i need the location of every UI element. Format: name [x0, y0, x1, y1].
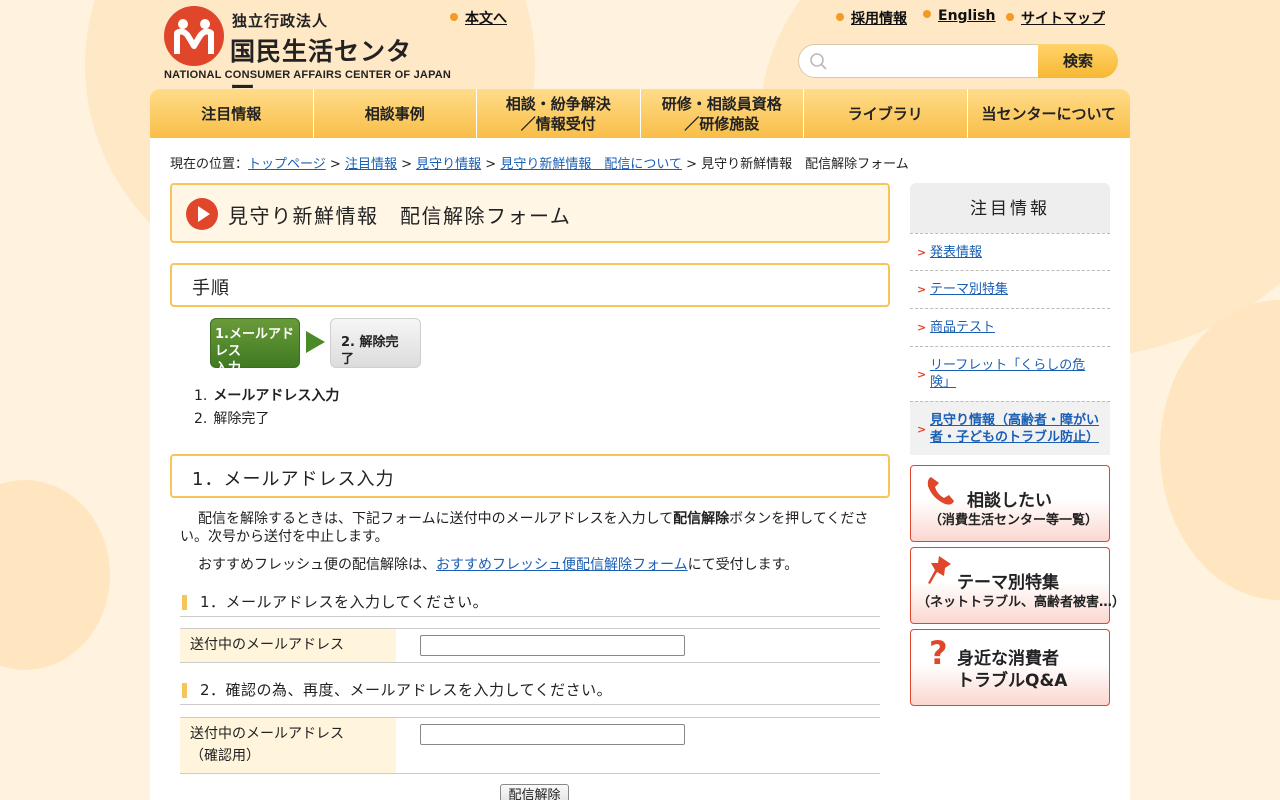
- fresh-delivery-note: おすすめフレッシュ便の配信解除は、おすすめフレッシュ便配信解除フォームにて受付し…: [198, 557, 799, 573]
- question-icon: ?: [929, 634, 948, 672]
- section1-heading-box: 1．メールアドレス入力: [170, 454, 890, 498]
- email-confirm-field[interactable]: [420, 724, 685, 745]
- breadcrumb-separator: >: [396, 157, 417, 172]
- breadcrumb-prefix: 現在の位置：: [170, 157, 249, 172]
- pushpin-icon: [928, 556, 951, 584]
- breadcrumb-featured[interactable]: 注目情報: [345, 157, 397, 172]
- breadcrumb-watch[interactable]: 見守り情報: [416, 157, 481, 172]
- email-label: 送付中のメールアドレス: [180, 629, 396, 662]
- nav-consultation[interactable]: 相談・紛争解決 ／情報受付: [477, 89, 641, 138]
- play-icon: [186, 198, 218, 230]
- email-confirm-label: 送付中のメールアドレス （確認用）: [180, 718, 396, 773]
- nav-about[interactable]: 当センターについて: [967, 89, 1130, 138]
- search-icon: [810, 53, 827, 70]
- step-list-item: 1. メールアドレス入力: [194, 388, 340, 404]
- banner-qa[interactable]: ? 身近な消費者 トラブルQ&A: [910, 629, 1110, 706]
- logo-org-type: 独立行政法人: [232, 12, 329, 30]
- banner-themes-title: テーマ別特集: [957, 573, 1059, 593]
- breadcrumb-current: 見守り新鮮情報 配信解除フォーム: [701, 157, 909, 172]
- breadcrumb-separator: >: [481, 157, 501, 172]
- question2-text: 2．確認の為、再度、メールアドレスを入力してください。: [200, 681, 613, 699]
- email-field[interactable]: [420, 635, 685, 656]
- sitemap-link-label: サイトマップ: [1021, 11, 1105, 27]
- phone-icon: [927, 477, 954, 505]
- unsubscribe-button[interactable]: 配信解除: [500, 784, 569, 800]
- nav-cases[interactable]: 相談事例: [313, 89, 477, 138]
- bullet-dot-icon: [450, 13, 458, 21]
- sitemap-link[interactable]: サイトマップ: [1006, 8, 1105, 28]
- page-title: 見守り新鮮情報 配信解除フォーム: [228, 204, 572, 228]
- logo-english-name: NATIONAL CONSUMER AFFAIRS CENTER OF JAPA…: [164, 69, 452, 81]
- email-row: 送付中のメールアドレス: [180, 628, 880, 663]
- banner-qa-title: 身近な消費者 トラブルQ&A: [957, 649, 1068, 691]
- skip-link-label: 本文へ: [465, 11, 507, 27]
- question1-text: 1．メールアドレスを入力してください。: [200, 593, 489, 611]
- procedure-heading: 手順: [192, 278, 230, 299]
- global-nav: 注目情報 相談事例 相談・紛争解決 ／情報受付 研修・相談員資格 ／研修施設 ラ…: [150, 89, 1130, 138]
- page-title-box: 見守り新鮮情報 配信解除フォーム: [170, 183, 890, 243]
- bullet-dot-icon: [836, 13, 844, 21]
- content-area: 現在の位置：トップページ > 注目情報 > 見守り情報 > 見守り新鮮情報 配信…: [150, 138, 1130, 800]
- heading-bar-icon: [182, 683, 187, 698]
- english-link[interactable]: English: [923, 8, 995, 24]
- question2-heading: 2．確認の為、再度、メールアドレスを入力してください。: [180, 675, 880, 705]
- search-input[interactable]: [798, 44, 1040, 78]
- section1-heading: 1．メールアドレス入力: [192, 469, 395, 490]
- chevron-right-icon: >: [917, 423, 927, 436]
- english-link-label: English: [938, 8, 996, 24]
- heading-bar-icon: [182, 595, 187, 610]
- breadcrumb-delivery[interactable]: 見守り新鮮情報 配信について: [500, 157, 682, 172]
- sidebar-item-label[interactable]: 商品テスト: [930, 320, 995, 335]
- step-list: 1. メールアドレス入力 2. 解除完了: [194, 385, 339, 431]
- sidebar-item-label[interactable]: リーフレット「くらしの危険」: [930, 358, 1085, 390]
- banner-themes-sub: （ネットトラブル、高齢者被害…）: [917, 595, 1126, 610]
- instruction-text: 配信を解除するときは、下記フォームに送付中のメールアドレスを入力して配信解除ボタ…: [180, 511, 869, 545]
- procedure-heading-box: 手順: [170, 263, 890, 307]
- nav-featured[interactable]: 注目情報: [150, 89, 314, 138]
- breadcrumb: 現在の位置：トップページ > 注目情報 > 見守り情報 > 見守り新鮮情報 配信…: [170, 153, 909, 172]
- search-button[interactable]: 検索: [1038, 44, 1118, 78]
- sidebar-heading: 注目情報: [910, 183, 1110, 233]
- chevron-right-icon: >: [917, 368, 927, 381]
- recruit-link-label: 採用情報: [851, 11, 907, 27]
- site-logo[interactable]: 独立行政法人 国民生活センター NATIONAL CONSUMER AFFAIR…: [164, 6, 451, 102]
- bullet-dot-icon: [923, 10, 931, 18]
- banner-consult[interactable]: 相談したい （消費生活センター等一覧）: [910, 465, 1110, 542]
- nav-library[interactable]: ライブラリ: [804, 89, 968, 138]
- step2-badge: 2. 解除完了: [330, 318, 421, 368]
- sidebar-item-leaflet[interactable]: > リーフレット「くらしの危険」: [910, 346, 1110, 401]
- step1-badge: 1.メールアドレス 入力: [210, 318, 300, 376]
- site-header: 独立行政法人 国民生活センター NATIONAL CONSUMER AFFAIR…: [0, 0, 1280, 102]
- sidebar-item-product-tests[interactable]: > 商品テスト: [910, 308, 1110, 346]
- banner-consult-title: 相談したい: [967, 491, 1052, 511]
- sidebar-item-label[interactable]: 発表情報: [930, 245, 982, 260]
- breadcrumb-top[interactable]: トップページ: [248, 157, 326, 172]
- sidebar-item-announcements[interactable]: > 発表情報: [910, 233, 1110, 271]
- chevron-right-icon: >: [917, 283, 927, 296]
- breadcrumb-separator: >: [681, 157, 702, 172]
- step-arrow-icon: [306, 331, 325, 353]
- email-confirm-row: 送付中のメールアドレス （確認用）: [180, 717, 880, 774]
- skip-to-content-link[interactable]: 本文へ: [450, 8, 507, 28]
- chevron-right-icon: >: [917, 246, 927, 259]
- sidebar-item-watch[interactable]: > 見守り情報（高齢者・障がい者・子どものトラブル防止）: [910, 401, 1110, 455]
- breadcrumb-separator: >: [325, 157, 345, 172]
- chevron-right-icon: >: [917, 321, 927, 334]
- banner-themes[interactable]: テーマ別特集 （ネットトラブル、高齢者被害…）: [910, 547, 1125, 624]
- sidebar-item-label[interactable]: 見守り情報（高齢者・障がい者・子どものトラブル防止）: [930, 413, 1099, 445]
- recruit-link[interactable]: 採用情報: [836, 8, 907, 28]
- question1-heading: 1．メールアドレスを入力してください。: [180, 587, 880, 617]
- step-list-item: 2. 解除完了: [194, 411, 270, 427]
- sidebar-item-themes[interactable]: > テーマ別特集: [910, 270, 1110, 308]
- fresh-unsubscribe-link[interactable]: おすすめフレッシュ便配信解除フォーム: [436, 557, 688, 573]
- logo-mark-icon: [164, 6, 224, 66]
- sidebar-item-label[interactable]: テーマ別特集: [930, 282, 1008, 297]
- bullet-dot-icon: [1006, 13, 1014, 21]
- nav-training[interactable]: 研修・相談員資格 ／研修施設: [640, 89, 804, 138]
- banner-consult-sub: （消費生活センター等一覧）: [929, 513, 1099, 528]
